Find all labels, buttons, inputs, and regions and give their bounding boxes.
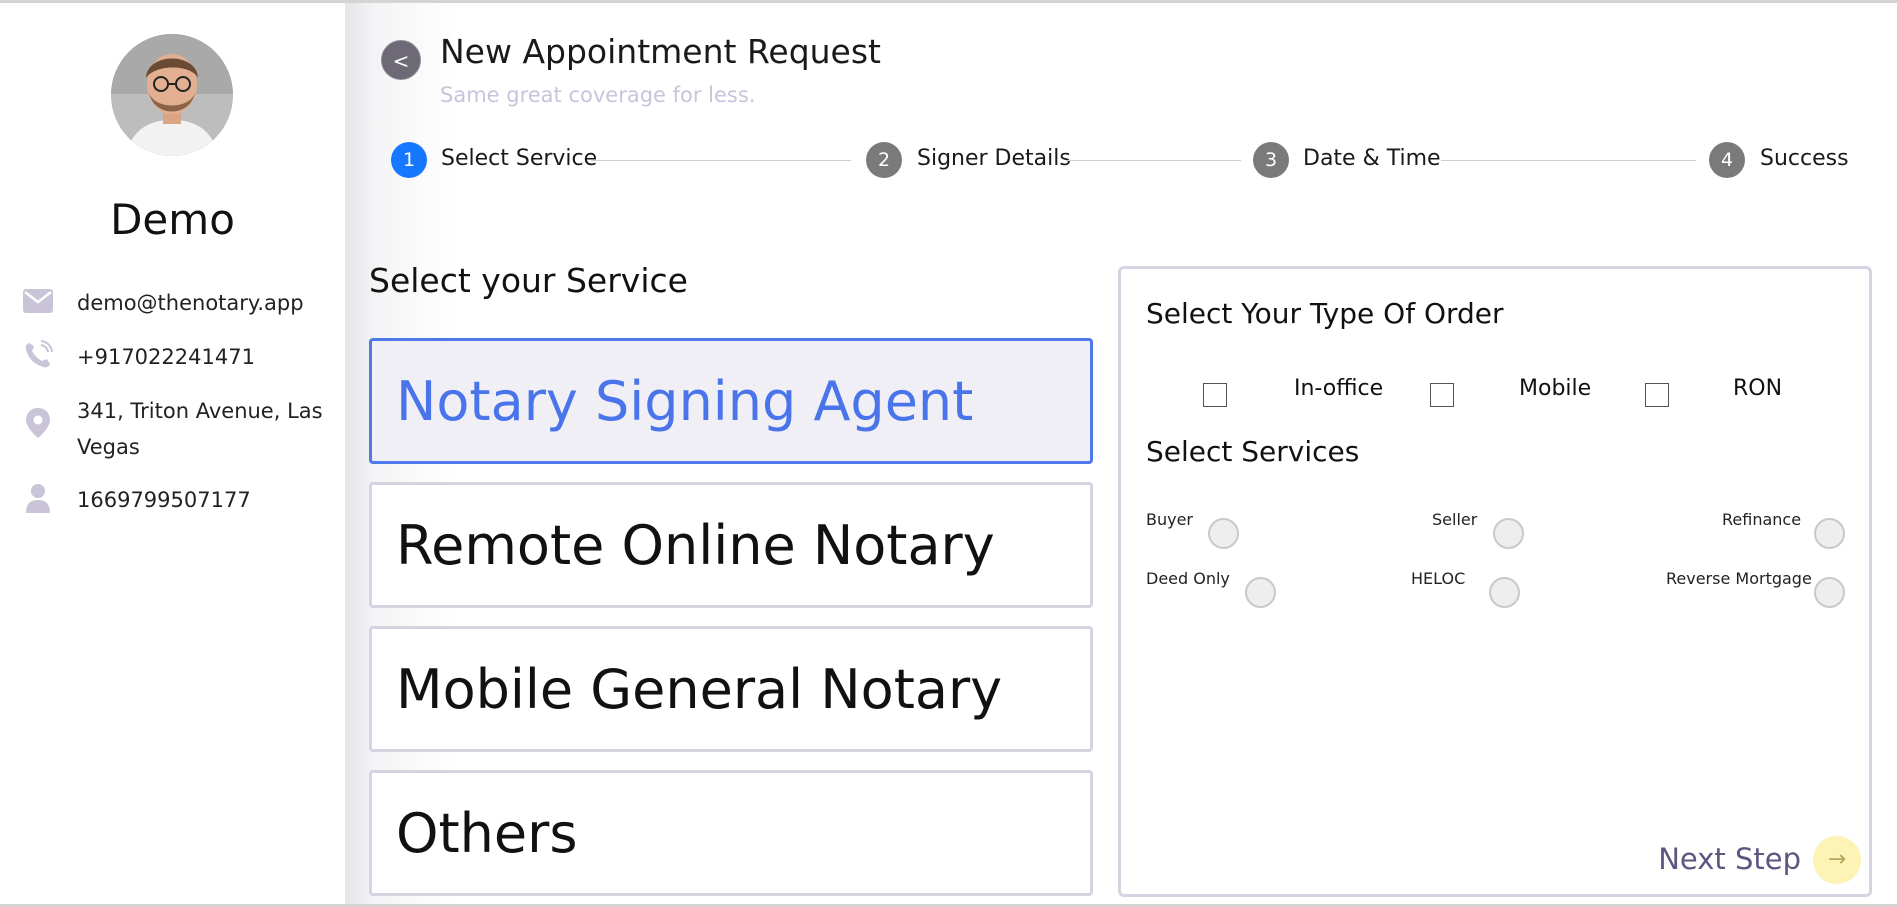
- step-1-label: Select Service: [441, 146, 598, 171]
- page-title: New Appointment Request: [440, 32, 881, 71]
- location-pin-icon: [22, 407, 54, 439]
- progress-stepper: 1 Select Service 2 Signer Details 3 Date…: [391, 140, 1891, 180]
- phone-icon: [22, 339, 54, 371]
- buyer-radio[interactable]: [1208, 518, 1239, 549]
- page-subtitle: Same great coverage for less.: [440, 83, 756, 107]
- profile-name: Demo: [110, 195, 235, 244]
- service-option-label: Remote Online Notary: [396, 513, 995, 577]
- profile-id: 1669799507177: [77, 488, 251, 512]
- id-row: 1669799507177: [22, 482, 337, 518]
- seller-label: Seller: [1432, 510, 1478, 529]
- step-connector: [1441, 160, 1696, 161]
- service-option-label: Notary Signing Agent: [396, 369, 974, 433]
- order-type-options: In-office Mobile RON: [1121, 372, 1875, 412]
- address-line-2: Vegas: [77, 435, 140, 459]
- step-4-number: 4: [1709, 142, 1745, 178]
- heloc-label: HELOC: [1411, 569, 1466, 588]
- mail-icon: [22, 285, 54, 317]
- order-panel: Select Your Type Of Order In-office Mobi…: [1118, 266, 1872, 897]
- step-3-label: Date & Time: [1303, 146, 1441, 171]
- email-row: demo@thenotary.app: [22, 285, 337, 321]
- profile-sidebar: Demo demo@thenotary.app +917022241471 34…: [0, 3, 345, 904]
- order-type-title: Select Your Type Of Order: [1146, 297, 1504, 330]
- step-connector: [591, 160, 851, 161]
- profile-phone: +917022241471: [77, 345, 255, 369]
- mobile-checkbox[interactable]: [1430, 383, 1454, 407]
- deed-only-radio[interactable]: [1245, 577, 1276, 608]
- ron-label: RON: [1733, 376, 1783, 401]
- next-step-button[interactable]: Next Step: [1658, 842, 1801, 876]
- in-office-label: In-office: [1294, 376, 1384, 401]
- heloc-radio[interactable]: [1489, 577, 1520, 608]
- arrow-right-icon[interactable]: →: [1813, 836, 1861, 884]
- profile-email: demo@thenotary.app: [77, 291, 304, 315]
- seller-radio[interactable]: [1493, 518, 1524, 549]
- address-row: 341, Triton Avenue, Las Vegas: [22, 393, 337, 465]
- step-4-label: Success: [1760, 146, 1849, 171]
- back-button[interactable]: <: [381, 40, 421, 80]
- service-option-mobile-general-notary[interactable]: Mobile General Notary: [369, 626, 1093, 752]
- profile-address: 341, Triton Avenue, Las Vegas: [77, 393, 323, 465]
- in-office-checkbox[interactable]: [1203, 383, 1227, 407]
- reverse-mortgage-radio[interactable]: [1814, 577, 1845, 608]
- address-line-1: 341, Triton Avenue, Las: [77, 399, 323, 423]
- phone-row: +917022241471: [22, 339, 337, 375]
- deed-only-label: Deed Only: [1146, 569, 1230, 588]
- service-option-remote-online-notary[interactable]: Remote Online Notary: [369, 482, 1093, 608]
- avatar: [111, 34, 233, 156]
- reverse-mortgage-label: Reverse Mortgage: [1666, 569, 1812, 588]
- step-2-label: Signer Details: [917, 146, 1071, 171]
- user-icon: [22, 482, 54, 514]
- mobile-label: Mobile: [1519, 376, 1592, 401]
- step-1-number: 1: [391, 142, 427, 178]
- service-option-notary-signing-agent[interactable]: Notary Signing Agent: [369, 338, 1093, 464]
- appointment-main: < New Appointment Request Same great cov…: [345, 3, 1897, 904]
- step-3-number: 3: [1253, 142, 1289, 178]
- service-option-others[interactable]: Others: [369, 770, 1093, 896]
- service-option-label: Mobile General Notary: [396, 657, 1003, 721]
- step-connector: [1066, 160, 1241, 161]
- refinance-radio[interactable]: [1814, 518, 1845, 549]
- ron-checkbox[interactable]: [1645, 383, 1669, 407]
- step-2-number: 2: [866, 142, 902, 178]
- services-title: Select Services: [1146, 435, 1360, 468]
- buyer-label: Buyer: [1146, 510, 1194, 529]
- refinance-label: Refinance: [1722, 510, 1802, 529]
- service-option-label: Others: [396, 801, 578, 865]
- service-section-title: Select your Service: [369, 261, 688, 300]
